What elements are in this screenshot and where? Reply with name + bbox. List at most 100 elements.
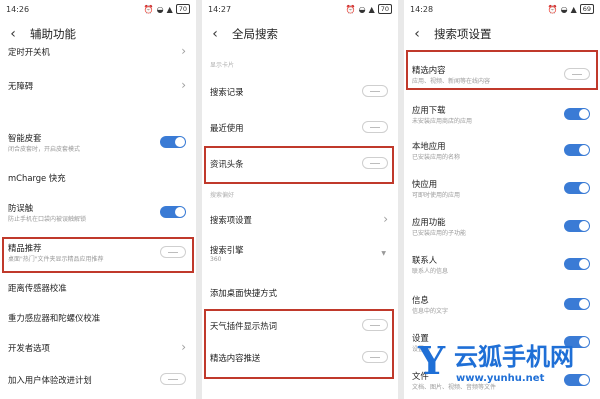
messages-toggle[interactable]: [564, 298, 590, 310]
highlight-box: [2, 237, 194, 273]
setting-description: 信息中的文字: [412, 308, 449, 315]
search-history-toggle[interactable]: [362, 85, 388, 97]
battery-icon: 70: [377, 4, 392, 14]
setting-label: mCharge 快充: [8, 173, 66, 183]
smart-cover-toggle[interactable]: [160, 136, 186, 148]
setting-search-items[interactable]: 搜索项设置 ›: [202, 212, 398, 234]
section-header: 显示卡片: [210, 62, 235, 69]
setting-quick-apps[interactable]: 快应用 可即时使用的应用: [404, 178, 600, 208]
setting-anti-mistouch[interactable]: 防误触 防止手机在口袋内被误触解锁: [0, 202, 196, 232]
setting-app-functions[interactable]: 应用功能 已安装应用的子功能: [404, 216, 600, 246]
setting-value: 360: [210, 256, 222, 263]
chevron-right-icon: ›: [181, 78, 186, 92]
setting-label: 定时开关机: [8, 47, 50, 57]
signal-icon: ▲: [570, 4, 577, 14]
setting-user-experience[interactable]: 加入用户体验改进计划: [0, 373, 196, 394]
status-bar: 14:28 ⏰ ◒ ▲ 69: [404, 0, 600, 18]
setting-label: 开发者选项: [8, 343, 50, 353]
app-download-toggle[interactable]: [564, 108, 590, 120]
setting-label: 搜索项设置: [210, 215, 252, 225]
back-arrow-icon[interactable]: ‹: [410, 26, 424, 42]
alarm-icon: ⏰: [143, 4, 154, 14]
wifi-icon: ◒: [358, 4, 366, 14]
setting-accessibility[interactable]: 无障碍 ›: [0, 78, 196, 102]
status-bar: 14:26 ⏰ ◒ ▲ 70: [0, 0, 196, 18]
chevron-right-icon: ›: [181, 340, 186, 354]
setting-description: 闭合皮套时，开启皮套模式: [8, 146, 81, 153]
highlight-box: [204, 146, 394, 184]
setting-label: 信息: [412, 295, 429, 305]
setting-proximity-calibration[interactable]: 距离传感器校准: [0, 282, 196, 302]
page-title: 全局搜索: [232, 27, 278, 41]
setting-label: 搜索引擎: [210, 245, 244, 255]
status-icons: ⏰ ◒ ▲ 70: [144, 4, 190, 14]
setting-label: 距离传感器校准: [8, 283, 67, 293]
phone-screen-global-search: 14:27 ⏰ ◒ ▲ 70 ‹ 全局搜索 显示卡片 搜索记录 最近使用 资讯头…: [202, 0, 398, 399]
title-bar: ‹ 搜索项设置: [404, 18, 600, 50]
status-time: 14:26: [6, 4, 30, 14]
dropdown-caret-icon: ▼: [381, 250, 386, 257]
watermark-text: 云狐手机网: [454, 343, 574, 371]
anti-mistouch-toggle[interactable]: [160, 206, 186, 218]
setting-timed-power[interactable]: 定时开关机 ›: [0, 44, 196, 68]
page-title: 搜索项设置: [434, 27, 492, 41]
setting-label: 搜索记录: [210, 87, 244, 97]
recently-used-toggle[interactable]: [362, 121, 388, 133]
section-header: 搜索偏好: [210, 192, 235, 199]
wifi-icon: ◒: [560, 4, 568, 14]
setting-app-download[interactable]: 应用下载 未安装应用商店的应用: [404, 104, 600, 134]
back-arrow-icon[interactable]: ‹: [208, 26, 222, 42]
signal-icon: ▲: [166, 4, 173, 14]
user-experience-toggle[interactable]: [160, 373, 186, 385]
signal-icon: ▲: [368, 4, 375, 14]
setting-label: 无障碍: [8, 81, 34, 91]
setting-label: 快应用: [412, 179, 438, 189]
local-apps-toggle[interactable]: [564, 144, 590, 156]
setting-local-apps[interactable]: 本地应用 已安装应用的名称: [404, 140, 600, 170]
phone-screen-accessibility: 14:26 ⏰ ◒ ▲ 70 ‹ 辅助功能 定时开关机 › 无障碍 › 智能皮套…: [0, 0, 196, 399]
battery-icon: 69: [579, 4, 594, 14]
contacts-toggle[interactable]: [564, 258, 590, 270]
setting-description: 联系人的信息: [412, 268, 449, 275]
setting-search-history[interactable]: 搜索记录: [202, 85, 398, 106]
back-arrow-icon[interactable]: ‹: [6, 26, 20, 42]
watermark-url: www.yunhu.net: [456, 373, 545, 384]
chevron-right-icon: ›: [383, 212, 388, 226]
setting-mcharge[interactable]: mCharge 快充: [0, 172, 196, 192]
setting-contacts[interactable]: 联系人 联系人的信息: [404, 254, 600, 284]
setting-label: 防误触: [8, 203, 34, 213]
highlight-box: [406, 50, 598, 90]
title-bar: ‹ 全局搜索: [202, 18, 398, 50]
setting-recently-used[interactable]: 最近使用: [202, 121, 398, 142]
quick-apps-toggle[interactable]: [564, 182, 590, 194]
site-watermark: Y 云狐手机网 www.yunhu.net: [418, 337, 600, 399]
setting-developer-options[interactable]: 开发者选项 ›: [0, 340, 196, 362]
status-time: 14:27: [208, 4, 232, 14]
setting-label: 加入用户体验改进计划: [8, 375, 92, 385]
app-functions-toggle[interactable]: [564, 220, 590, 232]
setting-smart-cover[interactable]: 智能皮套 闭合皮套时，开启皮套模式: [0, 132, 196, 162]
setting-description: 防止手机在口袋内被误触解锁: [8, 216, 87, 223]
setting-description: 已安装应用的子功能: [412, 230, 467, 237]
chevron-right-icon: ›: [181, 44, 186, 58]
setting-label: 最近使用: [210, 123, 244, 133]
highlight-box: [204, 309, 394, 379]
page-title: 辅助功能: [30, 27, 76, 41]
setting-search-engine[interactable]: 搜索引擎 360 ▼: [202, 244, 398, 274]
setting-label: 应用下载: [412, 105, 446, 115]
setting-label: 联系人: [412, 255, 438, 265]
wifi-icon: ◒: [156, 4, 164, 14]
setting-gravity-calibration[interactable]: 重力感应器和陀螺仪校准: [0, 312, 196, 332]
setting-label: 添加桌面快捷方式: [210, 288, 277, 298]
setting-add-shortcut[interactable]: 添加桌面快捷方式: [202, 287, 398, 307]
status-time: 14:28: [410, 4, 434, 14]
status-icons: ⏰ ◒ ▲ 70: [346, 4, 392, 14]
watermark-logo: Y: [418, 338, 446, 383]
battery-icon: 70: [175, 4, 190, 14]
alarm-icon: ⏰: [547, 4, 558, 14]
setting-description: 未安装应用商店的应用: [412, 118, 473, 125]
status-bar: 14:27 ⏰ ◒ ▲ 70: [202, 0, 398, 18]
setting-label: 应用功能: [412, 217, 446, 227]
setting-messages[interactable]: 信息 信息中的文字: [404, 294, 600, 324]
status-icons: ⏰ ◒ ▲ 69: [548, 4, 594, 14]
